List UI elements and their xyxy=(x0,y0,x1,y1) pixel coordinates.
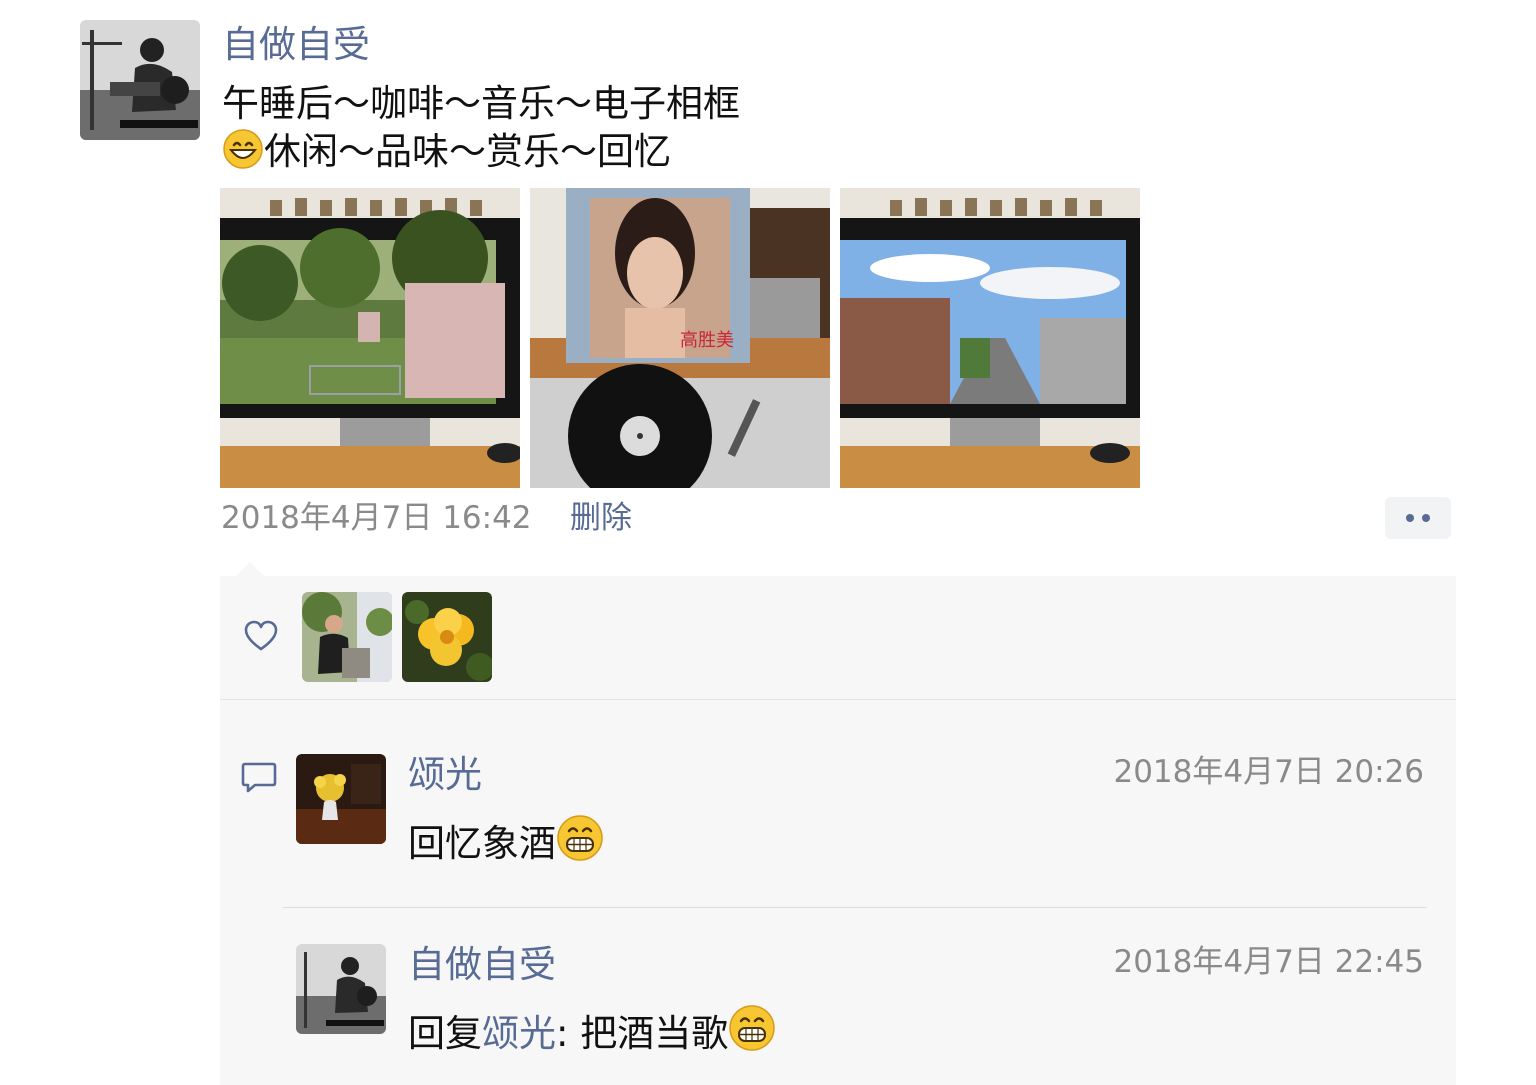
comment-text: 回复颂光: 把酒当歌 xyxy=(408,1004,776,1060)
post-text: 午睡后～咖啡～音乐～电子相框 休闲～品味～赏乐～回忆 xyxy=(222,80,740,176)
post-text-line1: 午睡后～咖啡～音乐～电子相框 xyxy=(222,82,740,125)
likes-divider xyxy=(220,699,1456,700)
more-dots-icon[interactable] xyxy=(1385,497,1451,539)
svg-text:高胜美: 高胜美 xyxy=(680,330,734,351)
post-timestamp: 2018年4月7日 16:42 xyxy=(221,500,532,536)
photo-tv-street[interactable] xyxy=(840,188,1140,488)
comment-divider xyxy=(283,907,1427,908)
grin-emoji-icon xyxy=(729,1005,775,1051)
author-avatar[interactable] xyxy=(80,20,200,140)
comment-text: 回忆象酒 xyxy=(408,814,604,870)
comment-time: 2018年4月7日 20:26 xyxy=(1113,754,1424,790)
comment-bubble-icon xyxy=(241,762,277,793)
reply-target-name[interactable]: 颂光 xyxy=(482,1012,556,1055)
comment-time: 2018年4月7日 22:45 xyxy=(1113,944,1424,980)
grinning-face-emoji-icon xyxy=(223,129,263,169)
commenter-avatar-bw[interactable] xyxy=(296,944,386,1034)
comment-author[interactable]: 自做自受 xyxy=(408,942,556,988)
photo-record-player[interactable]: 高胜美 xyxy=(530,188,830,488)
comment-text-body: 把酒当歌 xyxy=(580,1012,729,1055)
commenter-avatar-vase[interactable] xyxy=(296,754,386,844)
heart-icon xyxy=(244,620,278,651)
delete-button[interactable]: 删除 xyxy=(570,498,632,538)
like-avatar-man-outdoors[interactable] xyxy=(302,592,392,682)
reply-separator: : xyxy=(556,1012,581,1055)
interaction-panel: 颂光 2018年4月7日 20:26 回忆象酒 自做自受 2018年4月7日 2… xyxy=(220,576,1456,1085)
reply-prefix: 回复 xyxy=(408,1012,482,1055)
comment-text-body: 回忆象酒 xyxy=(408,822,556,865)
like-avatar-yellow-flower[interactable] xyxy=(402,592,492,682)
comment-author[interactable]: 颂光 xyxy=(408,752,482,798)
panel-arrow xyxy=(236,562,264,576)
post-photos: 高胜美 xyxy=(220,188,1140,488)
post-author-name[interactable]: 自做自受 xyxy=(222,22,370,68)
photo-tv-park[interactable] xyxy=(220,188,520,488)
post-text-line2: 休闲～品味～赏乐～回忆 xyxy=(264,130,671,173)
likes-row xyxy=(220,576,1456,700)
grin-emoji-icon xyxy=(557,815,603,861)
